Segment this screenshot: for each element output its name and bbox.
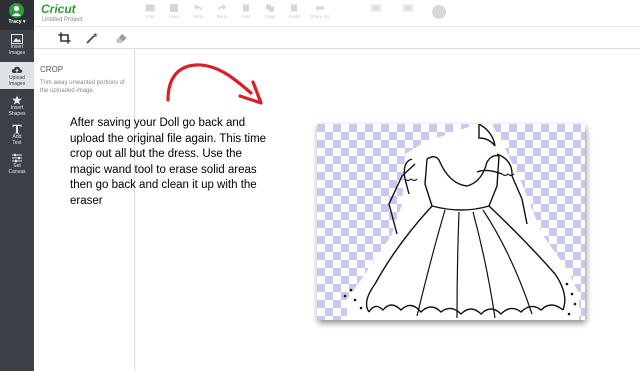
app-root: Tracy ▾ Insert Images Upload Images Inse…	[0, 0, 640, 371]
tutorial-instructions: After saving your Doll go back and uploa…	[70, 117, 267, 207]
doll-dress-image	[317, 124, 585, 320]
uploaded-image-preview[interactable]	[317, 124, 585, 320]
